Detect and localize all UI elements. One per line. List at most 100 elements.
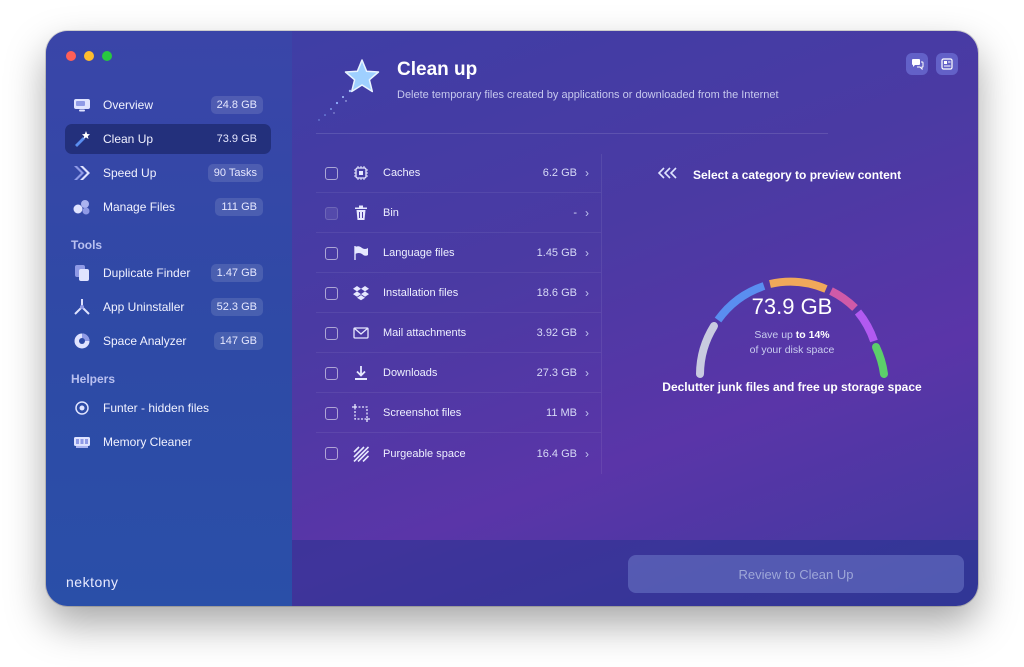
close-window-button[interactable] [66,51,76,61]
dropbox-icon [352,284,370,302]
list-divider [601,154,602,474]
chevron-right-icon: › [585,406,589,420]
save-value: to 14% [795,329,830,341]
memory-icon [73,433,91,451]
page-subtitle: Delete temporary files created by applic… [397,89,779,101]
chevron-right-icon: › [585,326,589,340]
header-divider [316,133,828,134]
size-badge: 1.47 GB [210,264,263,282]
flag-icon [352,244,370,262]
brand-logo: nektony [66,574,119,590]
preview-hint-text: Select a category to preview content [693,167,902,182]
tasks-badge: 90 Tasks [207,164,263,182]
sidebar-item-manage-files[interactable]: Manage Files 111 GB [65,192,271,222]
category-row-installation-files[interactable]: Installation files 18.6 GB › [316,274,601,313]
category-row-language-files[interactable]: Language files 1.45 GB › [316,234,601,273]
category-row-downloads[interactable]: Downloads 27.3 GB › [316,354,601,393]
sidebar-item-memory-cleaner[interactable]: Memory Cleaner [65,427,271,457]
category-label: Language files [383,247,455,259]
size-badge: 111 GB [215,198,263,216]
double-chevron-left-icon [657,167,677,182]
news-icon [941,58,953,70]
news-button[interactable] [936,53,958,75]
sidebar-item-app-uninstaller[interactable]: App Uninstaller 52.3 GB [65,292,271,322]
checkbox[interactable] [325,246,338,260]
checkbox[interactable] [325,166,338,180]
chevron-right-icon: › [585,366,589,380]
speed-up-icon [73,164,91,182]
category-label: Purgeable space [383,447,466,460]
chevron-right-icon: › [585,446,589,461]
category-size: 27.3 GB [536,367,577,379]
category-row-screenshot-files[interactable]: Screenshot files 11 MB › [316,394,601,433]
category-row-caches[interactable]: Caches 6.2 GB › [316,154,601,193]
category-size: 16.4 GB [536,447,577,460]
section-title-helpers: Helpers [71,372,116,386]
purgeable-icon [352,445,370,463]
main-panel: Clean up Delete temporary files created … [292,31,978,606]
uninstaller-icon [73,298,91,316]
sidebar-item-label: App Uninstaller [103,300,185,314]
checkbox[interactable] [325,406,338,420]
chat-icon [911,59,923,70]
checkbox[interactable] [325,447,338,460]
size-badge: 52.3 GB [210,298,263,316]
page-title: Clean up [397,59,478,80]
sidebar-item-speed-up[interactable]: Speed Up 90 Tasks [65,158,271,188]
checkbox[interactable] [325,326,338,340]
chat-button[interactable] [906,53,928,75]
category-size: 11 MB [546,407,577,419]
sidebar-item-label: Clean Up [103,132,154,146]
trash-icon [352,204,370,222]
sidebar-item-overview[interactable]: Overview 24.8 GB [65,90,271,120]
zoom-window-button[interactable] [102,51,112,61]
checkbox[interactable] [325,286,338,300]
chevron-right-icon: › [585,246,589,260]
sidebar-item-funter[interactable]: Funter - hidden files [65,393,271,423]
category-label: Mail attachments [383,327,467,339]
eye-icon [73,399,91,417]
sidebar-item-label: Funter - hidden files [103,401,210,415]
category-row-purgeable-space[interactable]: Purgeable space 16.4 GB › [316,434,601,473]
mail-icon [352,324,370,342]
total-size: 73.9 GB [751,294,833,319]
gauge-segment-orange [769,277,828,293]
sidebar: Overview 24.8 GB Clean Up 73.9 GB Speed … [46,31,292,606]
pie-chart-icon [73,332,91,350]
category-label: Installation files [383,287,459,299]
sidebar-item-label: Manage Files [103,200,176,214]
size-badge: 147 GB [213,332,263,350]
sidebar-item-duplicate-finder[interactable]: Duplicate Finder 1.47 GB [65,258,271,288]
sidebar-item-label: Overview [103,98,154,112]
category-size: 18.6 GB [536,287,577,299]
chevron-right-icon: › [585,166,589,180]
save-prefix: Save up [754,329,793,341]
app-window: Overview 24.8 GB Clean Up 73.9 GB Speed … [46,31,978,606]
sidebar-item-label: Memory Cleaner [103,435,192,449]
sidebar-item-label: Space Analyzer [103,334,187,348]
review-to-clean-up-button[interactable]: Review to Clean Up [628,555,964,593]
save-text: Save up to 14% [687,329,897,341]
window-controls [66,51,112,61]
size-badge: 73.9 GB [216,133,257,145]
footer-bar: Review to Clean Up [292,540,978,606]
chevron-right-icon: › [585,206,589,220]
screenshot-icon [352,404,370,422]
sidebar-item-space-analyzer[interactable]: Space Analyzer 147 GB [65,326,271,356]
category-size: 6.2 GB [542,167,577,179]
category-row-bin[interactable]: Bin - › [316,194,601,233]
tagline: Declutter junk files and free up storage… [662,380,922,394]
minimize-window-button[interactable] [84,51,94,61]
checkbox[interactable] [325,366,338,380]
size-badge: 24.8 GB [210,96,263,114]
section-title-tools: Tools [71,238,103,252]
category-label: Caches [383,167,421,179]
category-size: - [573,207,577,219]
sidebar-item-clean-up[interactable]: Clean Up 73.9 GB [65,124,271,154]
save-suffix: of your disk space [749,344,835,356]
category-label: Bin [383,207,399,219]
monitor-icon [73,96,91,114]
download-icon [352,364,370,382]
category-label: Screenshot files [383,407,462,419]
category-row-mail-attachments[interactable]: Mail attachments 3.92 GB › [316,314,601,353]
